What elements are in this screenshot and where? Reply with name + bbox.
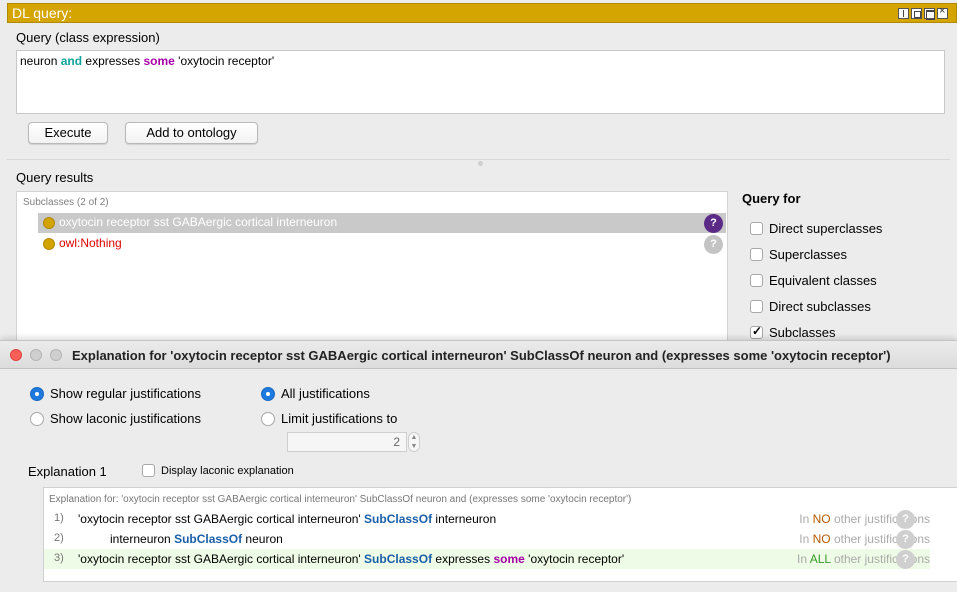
- label-all-justifications: All justifications: [281, 386, 370, 401]
- class-icon: [43, 217, 55, 229]
- explanation-icon[interactable]: ?: [704, 214, 723, 233]
- axiom-text: 'oxytocin receptor sst GABAergic cortica…: [78, 552, 624, 566]
- query-term-filler: 'oxytocin receptor': [178, 54, 275, 68]
- checkbox-subclasses[interactable]: [750, 324, 763, 339]
- query-keyword-and: and: [60, 54, 83, 68]
- query-input[interactable]: neuron and expresses some 'oxytocin rece…: [16, 50, 945, 114]
- label-direct-subclasses: Direct subclasses: [769, 299, 871, 314]
- limit-spinner-input[interactable]: 2: [287, 432, 407, 452]
- label-equivalent-classes: Equivalent classes: [769, 273, 877, 288]
- info-quantifier: NO: [812, 532, 831, 546]
- axiom-text: 'oxytocin receptor sst GABAergic cortica…: [78, 512, 496, 526]
- panel-title: DL query:: [12, 5, 73, 21]
- label-superclasses: Superclasses: [769, 247, 848, 262]
- axiom-property: expresses: [435, 552, 491, 566]
- explanation-icon[interactable]: ?: [704, 235, 723, 254]
- radio-regular-justifications[interactable]: [30, 387, 44, 401]
- axiom-row[interactable]: 2) interneuron SubClassOf neuron In NO o…: [44, 529, 930, 549]
- checkbox-superclasses[interactable]: [750, 248, 763, 261]
- execute-button[interactable]: Execute: [28, 122, 108, 144]
- result-label: owl:Nothing: [59, 236, 122, 250]
- label-subclasses: Subclasses: [769, 325, 836, 340]
- axiom-keyword: SubClassOf: [364, 512, 433, 526]
- spinner-arrows-icon[interactable]: ▲ ▼: [408, 432, 420, 452]
- axiom-number: 3): [54, 552, 64, 564]
- explanation-title: Explanation 1: [28, 464, 107, 479]
- radio-limit-justifications[interactable]: [261, 412, 275, 426]
- close-window-icon[interactable]: [10, 349, 22, 361]
- info-in: In: [799, 512, 810, 526]
- result-label: oxytocin receptor sst GABAergic cortical…: [59, 215, 338, 229]
- result-item-owl-nothing[interactable]: owl:Nothing: [38, 234, 726, 254]
- split-handle[interactable]: [478, 161, 483, 166]
- query-keyword-some: some: [143, 54, 175, 68]
- radio-all-justifications[interactable]: [261, 387, 275, 401]
- info-in: In: [797, 552, 808, 566]
- checkbox-display-laconic[interactable]: [142, 464, 155, 477]
- dialog-title-bar[interactable]: Explanation for 'oxytocin receptor sst G…: [0, 341, 957, 369]
- axiom-number: 2): [54, 532, 64, 544]
- split-divider[interactable]: [7, 159, 950, 160]
- query-label: Query (class expression): [16, 30, 160, 45]
- maximize-icon[interactable]: [924, 8, 935, 20]
- result-item-oxytocin-interneuron[interactable]: oxytocin receptor sst GABAergic cortical…: [38, 213, 726, 233]
- query-results-list: Subclasses (2 of 2) oxytocin receptor ss…: [16, 191, 728, 351]
- query-term-property: expresses: [85, 54, 141, 68]
- query-results-label: Query results: [16, 170, 94, 185]
- axiom-object: interneuron: [435, 512, 497, 526]
- axiom-filler: 'oxytocin receptor': [528, 552, 625, 566]
- axiom-keyword: SubClassOf: [364, 552, 433, 566]
- label-laconic-justifications: Show laconic justifications: [50, 411, 202, 426]
- class-icon: [43, 238, 55, 250]
- query-term-class: neuron: [20, 54, 58, 68]
- explanation-header: Explanation for: 'oxytocin receptor sst …: [49, 494, 632, 505]
- info-rest: other justifications: [833, 552, 930, 566]
- checkbox-direct-superclasses[interactable]: [750, 222, 763, 235]
- axiom-help-icon[interactable]: ?: [896, 510, 915, 529]
- info-quantifier: ALL: [809, 552, 831, 566]
- dl-query-title-bar: DL query:: [7, 3, 957, 23]
- checkbox-direct-subclasses[interactable]: [750, 300, 763, 313]
- label-limit-justifications: Limit justifications to: [281, 411, 398, 426]
- axiom-keyword-some: some: [493, 552, 525, 566]
- axiom-subject: 'oxytocin receptor sst GABAergic cortica…: [78, 512, 361, 526]
- info-rest: other justifications: [833, 532, 930, 546]
- minimize-window-icon[interactable]: [30, 349, 42, 361]
- info-in: In: [799, 532, 810, 546]
- checkbox-equivalent-classes[interactable]: [750, 274, 763, 287]
- info-rest: other justifications: [833, 512, 930, 526]
- view-controls: [898, 5, 948, 20]
- zoom-window-icon[interactable]: [50, 349, 62, 361]
- split-view-icon[interactable]: [898, 8, 909, 19]
- axiom-object: neuron: [245, 532, 283, 546]
- explanation-box: Explanation for: 'oxytocin receptor sst …: [43, 487, 957, 582]
- add-to-ontology-button[interactable]: Add to ontology: [125, 122, 258, 144]
- axiom-subject: 'oxytocin receptor sst GABAergic cortica…: [78, 552, 361, 566]
- axiom-row[interactable]: 3) 'oxytocin receptor sst GABAergic cort…: [44, 549, 930, 569]
- close-icon[interactable]: [937, 5, 948, 19]
- info-quantifier: NO: [812, 512, 831, 526]
- axiom-subject: interneuron: [110, 532, 171, 546]
- dialog-title: Explanation for 'oxytocin receptor sst G…: [72, 348, 891, 363]
- axiom-text: interneuron SubClassOf neuron: [110, 532, 283, 546]
- label-display-laconic: Display laconic explanation: [161, 465, 294, 477]
- label-regular-justifications: Show regular justifications: [50, 386, 202, 401]
- axiom-number: 1): [54, 512, 64, 524]
- axiom-row[interactable]: 1) 'oxytocin receptor sst GABAergic cort…: [44, 509, 930, 529]
- restore-icon[interactable]: [911, 8, 922, 19]
- axiom-keyword: SubClassOf: [174, 532, 243, 546]
- results-section-header: Subclasses (2 of 2): [23, 197, 109, 208]
- radio-laconic-justifications[interactable]: [30, 412, 44, 426]
- axiom-help-icon[interactable]: ?: [896, 550, 915, 569]
- query-for-title: Query for: [742, 191, 801, 206]
- label-direct-superclasses: Direct superclasses: [769, 221, 883, 236]
- axiom-help-icon[interactable]: ?: [896, 530, 915, 549]
